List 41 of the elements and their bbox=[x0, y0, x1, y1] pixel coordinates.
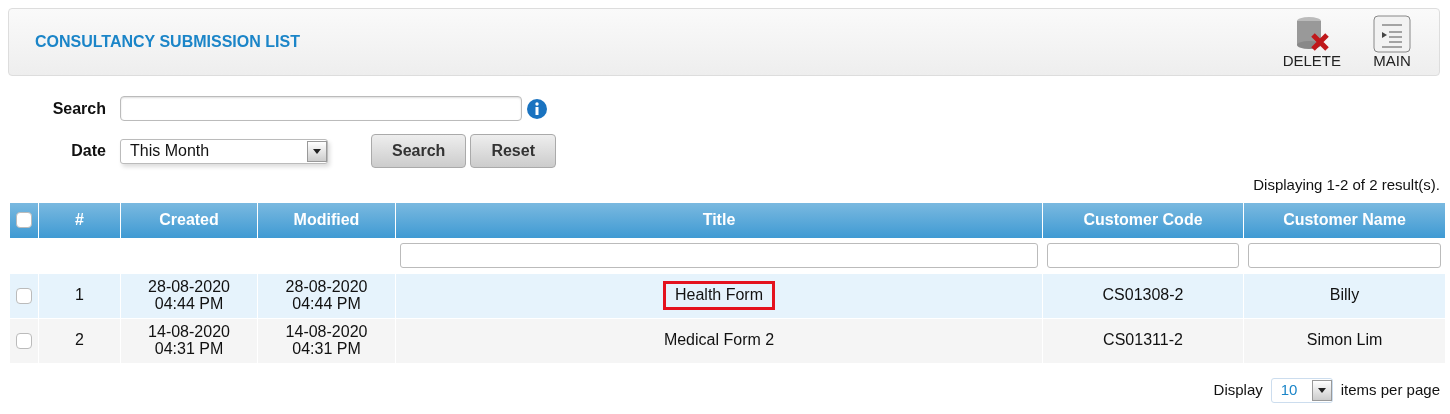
search-field[interactable] bbox=[120, 96, 522, 121]
column-header: # bbox=[39, 202, 120, 238]
column-header: Customer Code bbox=[1043, 202, 1243, 238]
list-icon bbox=[1373, 14, 1411, 53]
caret-icon bbox=[313, 148, 321, 154]
table-cell: 14-08-2020 04:31 PM bbox=[285, 323, 368, 358]
column-header: Title bbox=[396, 202, 1042, 238]
caret-icon bbox=[1317, 387, 1326, 393]
table-cell: Health Form bbox=[663, 281, 775, 310]
page-title: CONSULTANCY SUBMISSION LIST bbox=[35, 32, 300, 52]
table-cell: CS01311-2 bbox=[1103, 332, 1183, 349]
search-button[interactable]: Search bbox=[371, 134, 467, 168]
row-checkbox[interactable] bbox=[16, 287, 32, 304]
table-cell: Simon Lim bbox=[1306, 332, 1383, 349]
pager-label: items per page bbox=[1340, 379, 1440, 400]
field-label: Date bbox=[70, 141, 107, 161]
table-cell: Medical Form 2 bbox=[663, 332, 775, 349]
row-checkbox[interactable] bbox=[16, 332, 32, 349]
page-size-dropdown[interactable]: 10 bbox=[1270, 377, 1333, 403]
column-header: Created bbox=[121, 202, 257, 238]
table-cell: 1 bbox=[75, 287, 84, 304]
info-icon[interactable] bbox=[526, 97, 548, 120]
table-cell: 2 bbox=[75, 332, 84, 349]
select-all-checkbox[interactable] bbox=[16, 212, 32, 228]
table-cell: Billy bbox=[1329, 287, 1360, 304]
delete-button[interactable]: DELETE bbox=[1278, 14, 1345, 70]
reset-button[interactable]: Reset bbox=[470, 134, 556, 168]
table-cell: 28-08-2020 04:44 PM bbox=[148, 278, 230, 313]
date-dropdown[interactable]: This Month bbox=[120, 138, 328, 164]
filter-field[interactable] bbox=[400, 243, 1038, 268]
result-summary: Displaying 1-2 of 2 result(s). bbox=[1252, 175, 1440, 195]
column-header: Customer Name bbox=[1244, 202, 1445, 238]
column-header: Modified bbox=[258, 202, 395, 238]
pager-label: Display bbox=[1213, 379, 1263, 400]
field-label: Search bbox=[51, 98, 107, 119]
table-cell: CS01308-2 bbox=[1102, 287, 1184, 304]
table-cell: 14-08-2020 04:31 PM bbox=[148, 323, 230, 358]
filter-field[interactable] bbox=[1248, 243, 1441, 268]
filter-field[interactable] bbox=[1047, 243, 1239, 268]
main-button[interactable]: MAIN bbox=[1369, 14, 1415, 70]
table-cell: 28-08-2020 04:44 PM bbox=[285, 278, 368, 313]
